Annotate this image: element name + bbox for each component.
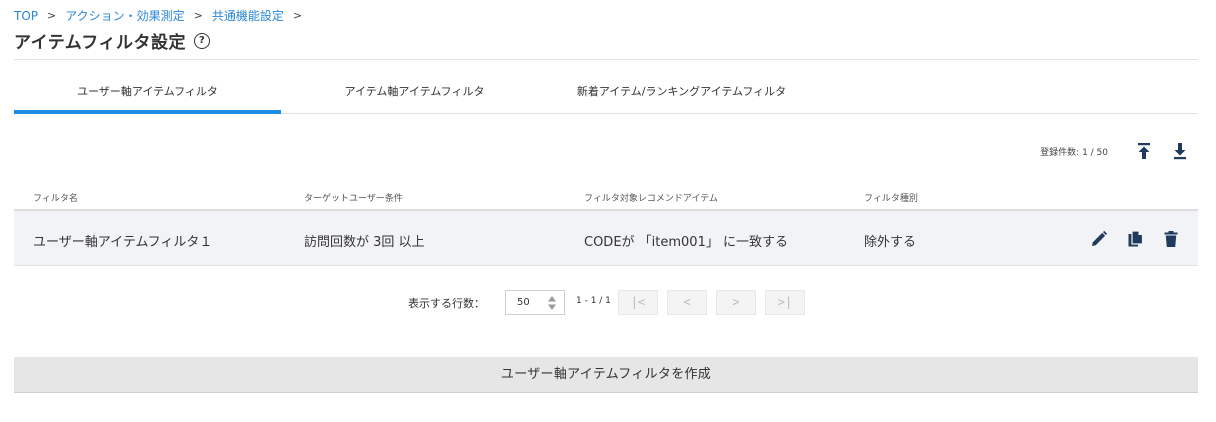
breadcrumb-separator: > xyxy=(193,9,203,22)
breadcrumb-separator: > xyxy=(292,9,303,22)
breadcrumb-link-common[interactable]: 共通機能設定 xyxy=(212,7,284,24)
registration-count: 登録件数: 1 / 50 xyxy=(1040,148,1108,158)
target-item-cell: CODEが 「item001」 に一致する xyxy=(584,235,788,250)
tab-new-ranking-filter[interactable]: 新着アイテム/ランキングアイテムフィルタ xyxy=(548,65,815,113)
tab-bar: ユーザー軸アイテムフィルタ アイテム軸アイテムフィルタ 新着アイテム/ランキング… xyxy=(14,65,1198,114)
column-header-target-item: フィルタ対象レコメンドアイテム xyxy=(584,194,718,204)
column-header-filter-type: フィルタ種別 xyxy=(864,194,918,204)
pagination: 表示する行数： 50 1 - 1 / 1 |< < > >| xyxy=(0,290,1216,316)
breadcrumb-separator: > xyxy=(47,9,57,22)
rows-per-page-label: 表示する行数： xyxy=(408,297,485,310)
prev-page-button[interactable]: < xyxy=(667,290,707,315)
edit-icon[interactable] xyxy=(1090,230,1108,248)
copy-icon[interactable] xyxy=(1127,230,1145,248)
page-range: 1 - 1 / 1 xyxy=(576,296,611,306)
spinner-arrows-icon xyxy=(548,296,556,310)
next-page-button[interactable]: > xyxy=(716,290,756,315)
rows-per-page-select[interactable]: 50 xyxy=(505,290,565,315)
filter-type-cell: 除外する xyxy=(864,235,917,250)
filter-name-cell: ユーザー軸アイテムフィルタ１ xyxy=(33,235,213,250)
download-icon[interactable] xyxy=(1172,142,1188,160)
first-page-button[interactable]: |< xyxy=(618,290,658,315)
target-user-cell: 訪問回数が 3回 以上 xyxy=(304,235,425,250)
title-row: アイテムフィルタ設定 ? xyxy=(14,28,210,53)
help-icon[interactable]: ? xyxy=(193,32,210,49)
table-row[interactable]: ユーザー軸アイテムフィルタ１ 訪問回数が 3回 以上 CODEが 「item00… xyxy=(14,211,1198,266)
create-filter-button[interactable]: ユーザー軸アイテムフィルタを作成 xyxy=(14,357,1198,393)
upload-icon[interactable] xyxy=(1136,142,1152,160)
tab-user-axis-filter[interactable]: ユーザー軸アイテムフィルタ xyxy=(14,65,281,114)
column-header-target-user: ターゲットユーザー条件 xyxy=(304,194,403,204)
breadcrumb: TOP > アクション・効果測定 > 共通機能設定 > xyxy=(14,7,311,24)
last-page-button[interactable]: >| xyxy=(765,290,805,315)
rows-per-page-value: 50 xyxy=(517,297,530,308)
page-title: アイテムフィルタ設定 xyxy=(14,33,186,53)
breadcrumb-link-top[interactable]: TOP xyxy=(14,9,38,23)
tab-item-axis-filter[interactable]: アイテム軸アイテムフィルタ xyxy=(281,65,548,113)
column-header-filter-name: フィルタ名 xyxy=(33,194,78,204)
breadcrumb-link-action[interactable]: アクション・効果測定 xyxy=(65,7,184,24)
delete-icon[interactable] xyxy=(1162,230,1180,248)
divider xyxy=(14,59,1198,60)
